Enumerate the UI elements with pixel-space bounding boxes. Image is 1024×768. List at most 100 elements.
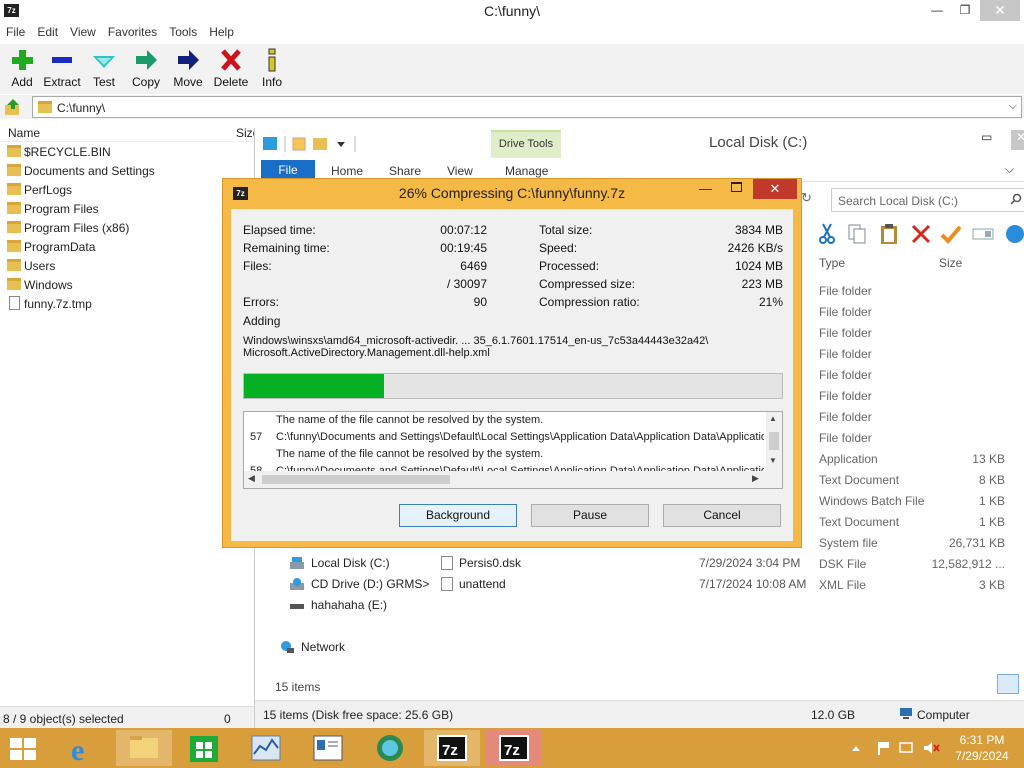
table-row[interactable]: DSK File 12,582,912 ... [819,557,1019,578]
move-button[interactable]: Move [166,48,210,89]
close-button[interactable]: ✕ [753,179,797,199]
log-row[interactable]: The name of the file cannot be resolved … [244,412,764,429]
table-row[interactable]: Windows Batch File 1 KB [819,494,1019,515]
horizontal-scrollbar[interactable]: ◀ ▶ [244,471,782,488]
paste-icon[interactable] [877,222,901,246]
7zip-icon[interactable]: 7z [424,730,480,766]
nav-local-disk[interactable]: Local Disk (C:) [279,556,419,572]
system-information-icon[interactable] [300,730,356,766]
background-button[interactable]: Background [399,504,517,527]
restore-button[interactable]: ❐ [952,0,978,21]
minimize-button[interactable]: — [922,0,952,21]
list-item[interactable]: $RECYCLE.BIN [0,142,254,161]
pause-button[interactable]: Pause [531,504,649,527]
close-button[interactable]: ✕ [1011,130,1024,150]
column-name[interactable]: Name [8,126,40,140]
nav-usb-drive[interactable]: hahahaha (E:) [279,598,419,614]
table-row[interactable]: File folder [819,431,1019,452]
table-row[interactable]: File folder [819,347,1019,368]
maximize-button[interactable] [731,182,742,192]
maximize-button[interactable]: ▭ [981,130,992,144]
internet-explorer-icon[interactable]: e [54,730,110,766]
menu-edit[interactable]: Edit [31,23,64,41]
error-log[interactable]: The name of the file cannot be resolved … [243,411,783,489]
nav-cd-drive[interactable]: CD Drive (D:) GRMS> [279,577,439,593]
refresh-icon[interactable]: ↻ [801,190,812,206]
address-input[interactable]: C:\funny\ ⌵ [32,96,1022,118]
scroll-thumb[interactable] [262,475,450,484]
search-icon[interactable] [1010,193,1022,205]
tab-home[interactable]: Home [331,164,363,178]
table-row[interactable]: File folder [819,410,1019,431]
properties-icon[interactable] [1003,222,1024,246]
store-icon[interactable] [176,730,232,766]
info-button[interactable]: Info [250,48,294,89]
delete-icon[interactable] [909,222,933,246]
chevron-down-icon[interactable]: ⌵ [1009,100,1017,113]
file-row-persis[interactable]: Persis0.dsk 7/29/2024 3:04 PM [439,556,800,572]
details-view-icon[interactable] [997,674,1019,694]
table-row[interactable]: File folder [819,389,1019,410]
checkmark-icon[interactable] [939,222,963,246]
add-button[interactable]: Add [0,48,44,89]
list-item[interactable]: Users [0,256,254,275]
list-item[interactable]: Documents and Settings [0,161,254,180]
log-row[interactable]: The name of the file cannot be resolved … [244,446,764,463]
copy-button[interactable]: Copy [124,48,168,89]
table-row[interactable]: System file 26,731 KB [819,536,1019,557]
table-row[interactable]: XML File 3 KB [819,578,1019,599]
7zip-active-icon[interactable]: 7z [486,730,542,766]
scroll-thumb[interactable] [769,432,779,450]
menu-help[interactable]: Help [203,23,240,41]
clock[interactable]: 6:31 PM 7/29/2024 [952,732,1012,764]
menu-file[interactable]: File [0,23,31,41]
vertical-scrollbar[interactable]: ▲ ▼ [766,412,782,472]
scroll-left-icon[interactable]: ◀ [248,473,255,484]
scroll-up-icon[interactable]: ▲ [769,414,777,423]
delete-button[interactable]: Delete [209,48,253,89]
list-item[interactable]: ProgramData [0,237,254,256]
table-row[interactable]: Text Document 1 KB [819,515,1019,536]
tab-manage[interactable]: Manage [505,164,548,178]
folder-up-icon[interactable] [4,98,22,116]
test-button[interactable]: Test [82,48,126,89]
table-row[interactable]: File folder [819,284,1019,305]
list-item[interactable]: Program Files [0,199,254,218]
menu-tools[interactable]: Tools [163,23,203,41]
cut-icon[interactable] [815,222,839,246]
copy-icon[interactable] [845,222,869,246]
extract-button[interactable]: Extract [40,48,84,89]
column-type[interactable]: Type [819,256,845,270]
start-button[interactable] [10,738,36,760]
list-item[interactable]: Windows [0,275,254,294]
menu-favorites[interactable]: Favorites [102,23,163,41]
list-item[interactable]: Program Files (x86) [0,218,254,237]
column-size[interactable]: Size [939,256,962,270]
explorer-titlebar[interactable]: Drive Tools Local Disk (C:) ▭ ✕ [255,128,1024,158]
rename-icon[interactable] [971,222,995,246]
quick-access-toolbar[interactable] [261,135,361,153]
table-row[interactable]: File folder [819,305,1019,326]
tab-share[interactable]: Share [389,164,421,178]
menu-view[interactable]: View [64,23,102,41]
chevron-down-icon[interactable]: ⌵ [1005,162,1014,177]
performance-monitor-icon[interactable] [238,730,294,766]
log-row[interactable]: 57 C:\funny\Documents and Settings\Defaul… [244,429,764,446]
file-explorer-icon[interactable] [116,730,172,766]
file-manager-titlebar[interactable]: 7z C:\funny\ — ❐ ✕ [0,0,1024,23]
close-button[interactable]: ✕ [980,0,1020,21]
scroll-right-icon[interactable]: ▶ [752,473,759,484]
search-input[interactable]: Search Local Disk (C:) [831,188,1024,212]
dialog-titlebar[interactable]: 7z 26% Compressing C:\funny\funny.7z — ✕ [223,179,801,207]
tab-view[interactable]: View [447,164,473,178]
list-item[interactable]: funny.7z.tmp [0,294,254,313]
table-row[interactable]: Text Document 8 KB [819,473,1019,494]
table-row[interactable]: File folder [819,368,1019,389]
file-row-unattend[interactable]: unattend 7/17/2024 10:08 AM [439,577,806,593]
nav-network[interactable]: Network [279,640,399,656]
update-globe-icon[interactable] [362,730,418,766]
scroll-down-icon[interactable]: ▼ [769,456,777,465]
table-row[interactable]: Application 13 KB [819,452,1019,473]
table-row[interactable]: File folder [819,326,1019,347]
list-item[interactable]: PerfLogs [0,180,254,199]
